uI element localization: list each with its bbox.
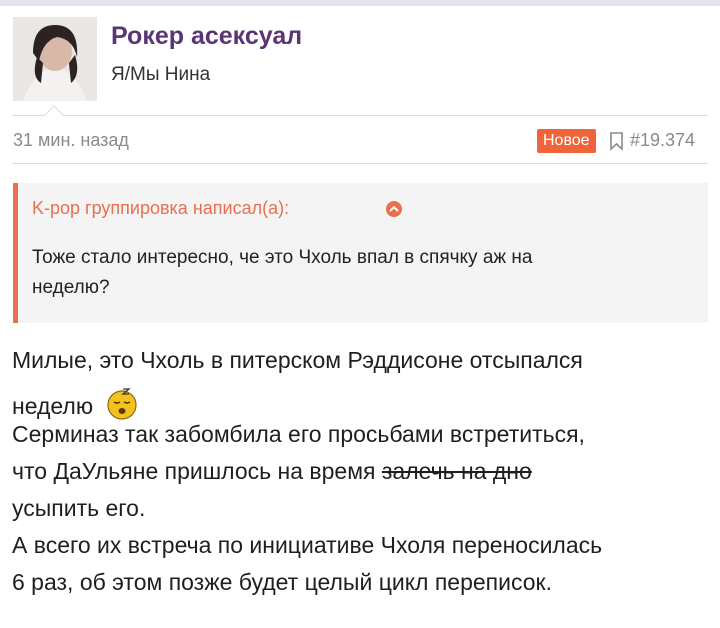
body-line: А всего их встреча по инициативе Чхоля п… bbox=[12, 532, 603, 558]
body-line: усыпить его. bbox=[12, 495, 146, 521]
body-line: что ДаУльяне пришлось на время залечь на… bbox=[12, 453, 712, 490]
user-title: Я/Мы Нина bbox=[111, 64, 211, 85]
quote-block: K-pop группировка написал(а): Тоже стало… bbox=[13, 183, 708, 323]
post-number[interactable]: #19.374 bbox=[630, 130, 695, 151]
body-line-text: что ДаУльяне пришлось на время bbox=[12, 458, 382, 484]
quote-author[interactable]: K-pop группировка написал(а): bbox=[32, 198, 289, 219]
quote-line: неделю? bbox=[32, 277, 110, 298]
strikethrough-text: залечь на дно bbox=[381, 458, 532, 484]
avatar-caret bbox=[44, 105, 64, 125]
user-avatar[interactable] bbox=[13, 17, 97, 101]
username[interactable]: Рокер асексуал bbox=[111, 22, 302, 51]
header-divider bbox=[12, 115, 708, 116]
body-line: Серминаз так забомбила его просьбами вст… bbox=[12, 421, 585, 447]
post-body: Милые, это Чхоль в питерском Рэддисоне о… bbox=[12, 342, 712, 601]
body-line: Милые, это Чхоль в питерском Рэддисоне о… bbox=[12, 347, 583, 373]
arrow-up-circle-icon[interactable] bbox=[386, 201, 402, 217]
bookmark-icon[interactable] bbox=[609, 131, 624, 151]
body-line: 6 раз, об этом позже будет целый цикл пе… bbox=[12, 569, 552, 595]
quote-line: Тоже стало интересно, че это Чхоль впал … bbox=[32, 247, 533, 268]
top-strip bbox=[0, 0, 720, 6]
meta-divider bbox=[12, 163, 708, 164]
post-time[interactable]: 31 мин. назад bbox=[13, 130, 129, 151]
quote-text: Тоже стало интересно, че это Чхоль впал … bbox=[32, 243, 682, 303]
new-badge: Новое bbox=[537, 129, 596, 153]
